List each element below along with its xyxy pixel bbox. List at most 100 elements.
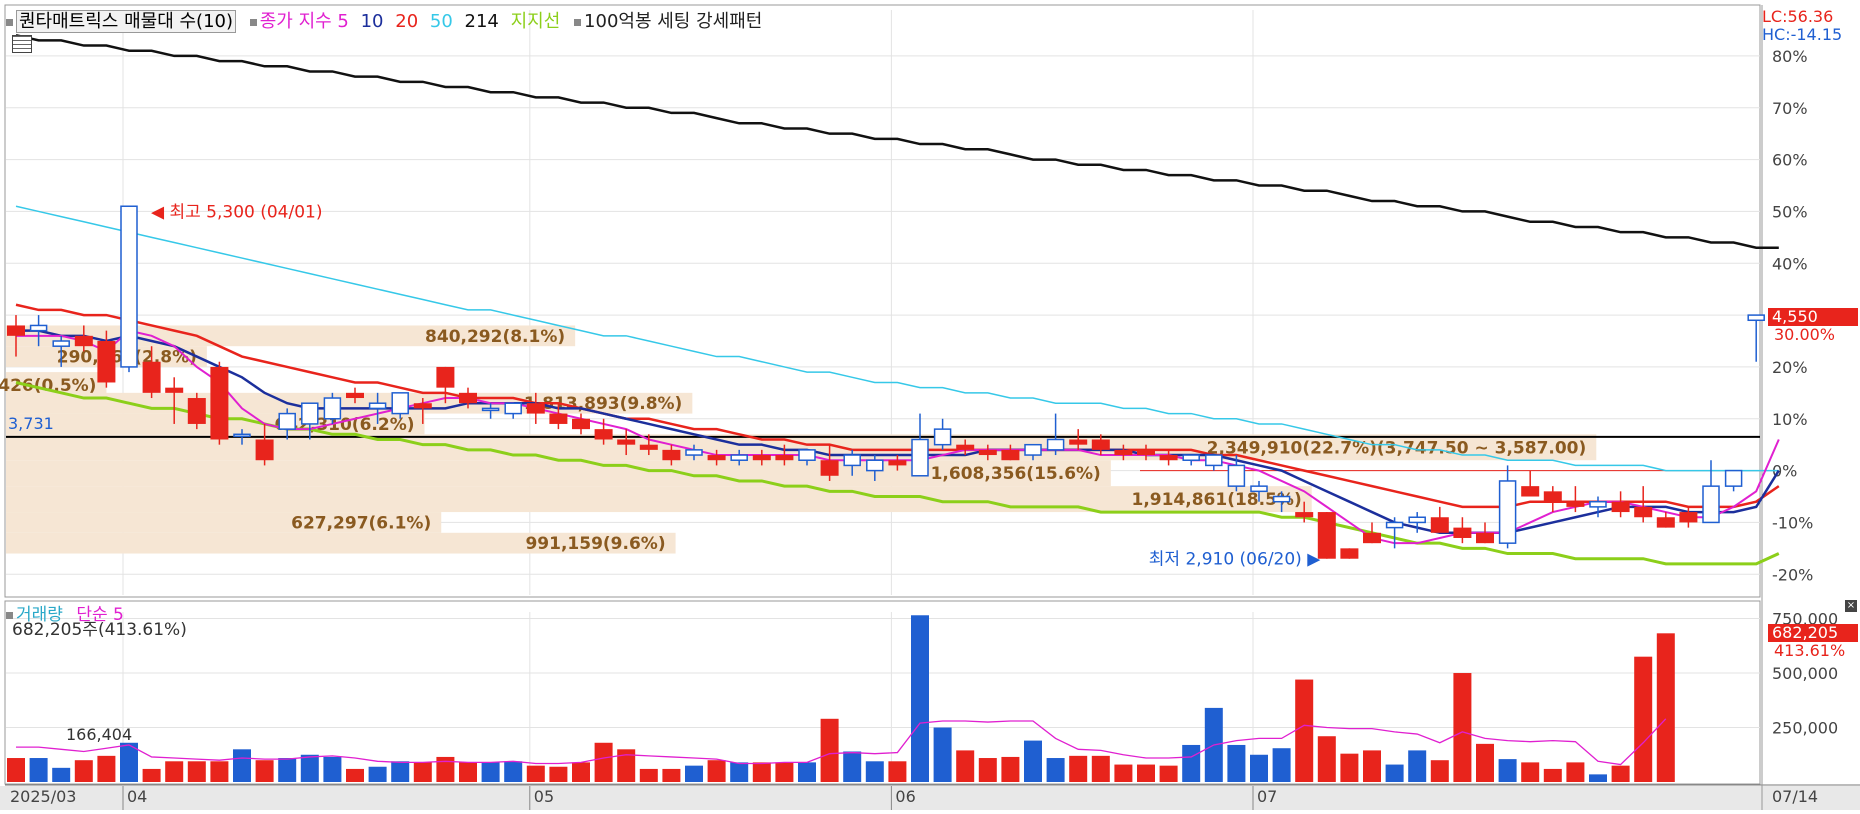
- candle-body: [1385, 521, 1404, 529]
- candle-body: [29, 324, 48, 332]
- ma-title[interactable]: 종가 지수 5: [260, 11, 349, 32]
- volume-profile-label: 840,292(8.1%): [425, 327, 565, 347]
- volume-bar: [1272, 748, 1291, 782]
- candle-body: [526, 403, 545, 414]
- candle-body: [752, 455, 771, 461]
- volume-bar: [1498, 759, 1517, 782]
- x-tick-label: 05: [534, 787, 554, 806]
- ma50-label[interactable]: 50: [430, 11, 453, 32]
- volume-bar: [820, 718, 839, 782]
- volume-current-value: 682,205주(413.61%): [12, 620, 187, 640]
- ma214-label[interactable]: 214: [465, 11, 499, 32]
- volume-bar: [29, 758, 48, 782]
- volume-bar: [1656, 633, 1675, 782]
- candle-body: [1453, 527, 1472, 538]
- candle-body: [97, 341, 116, 383]
- candle-body: [1476, 532, 1494, 544]
- candle-body: [888, 460, 907, 466]
- price-legend: 퀀타매트릭스 매물대 수(10) 종가 지수 5 10 20 50 214 지지…: [6, 7, 762, 33]
- indicator-toggle[interactable]: 퀀타매트릭스 매물대 수(10): [16, 10, 236, 33]
- candle-body: [933, 428, 952, 446]
- volume-bar: [504, 761, 523, 782]
- volume-bar: [187, 761, 206, 782]
- volume-bar: [323, 756, 342, 782]
- candle-body: [775, 455, 794, 461]
- volume-bar: [481, 762, 500, 782]
- candle-body: [391, 392, 409, 415]
- volume-bar: [1227, 744, 1246, 782]
- grid-table-icon[interactable]: [12, 35, 32, 53]
- candle-body: [1634, 506, 1653, 518]
- volume-bar: [685, 765, 703, 782]
- candle-body: [165, 387, 184, 393]
- pattern-label[interactable]: 100억봉 세팅 강세패턴: [584, 11, 762, 32]
- candle-body: [549, 413, 568, 424]
- x-end-label: 07/14: [1772, 787, 1818, 806]
- volume-bar: [210, 761, 229, 782]
- candle-body: [639, 444, 658, 450]
- volume-bar: [1250, 754, 1268, 782]
- candle-body: [1091, 439, 1110, 450]
- candle-body: [1747, 314, 1765, 322]
- volume-bar: [1069, 755, 1088, 782]
- support-label[interactable]: 지지선: [511, 11, 561, 32]
- volume-bar: [752, 762, 771, 782]
- volume-panel-border: [4, 600, 1761, 785]
- y-tick-label: 60%: [1772, 151, 1808, 170]
- panel-close-icon[interactable]: ×: [1845, 600, 1857, 612]
- volume-profile-label: 991,159(9.6%): [525, 534, 665, 554]
- volume-change-tag: 413.61%: [1774, 641, 1846, 660]
- candle-body: [572, 418, 590, 430]
- volume-profile-label: 2,349,910(22.7%)(3,747.50 ~ 3,587.00): [1207, 438, 1587, 458]
- candle-body: [1295, 512, 1314, 518]
- y-tick-label: 50%: [1772, 202, 1808, 221]
- volume-bar: [1611, 765, 1630, 782]
- candle-body: [368, 402, 387, 410]
- volume-bar: [526, 765, 545, 782]
- ma20-label[interactable]: 20: [395, 11, 418, 32]
- volume-bar: [1521, 762, 1540, 782]
- candle-body: [707, 455, 726, 461]
- candle-body: [142, 361, 161, 393]
- candle-body: [323, 397, 342, 420]
- candle-body: [255, 439, 274, 461]
- volume-bar: [1046, 758, 1065, 782]
- candle-body: [730, 454, 748, 461]
- volume-bar: [255, 760, 274, 782]
- candle-body: [74, 335, 93, 347]
- volume-bar: [707, 760, 726, 782]
- volume-tick-label: 250,000: [1772, 719, 1838, 738]
- candle-body: [1114, 449, 1133, 456]
- candle-body: [1702, 485, 1720, 524]
- volume-value-tag: 682,205: [1768, 624, 1858, 642]
- volume-bar: [74, 760, 93, 782]
- candle-body: [1724, 469, 1743, 487]
- candle-body: [1408, 516, 1426, 524]
- legend-square-icon: [249, 18, 257, 26]
- candle-body: [187, 398, 206, 424]
- candle-body: [233, 433, 251, 438]
- volume-bar: [1453, 673, 1472, 782]
- volume-bar: [1543, 768, 1562, 782]
- volume-bar: [1317, 736, 1336, 782]
- legend-square-icon: [574, 18, 582, 26]
- volume-bar: [911, 615, 929, 782]
- candle-body: [1046, 438, 1065, 451]
- candle-body: [1589, 500, 1607, 508]
- candle-body: [662, 449, 681, 461]
- x-axis-bar: [0, 786, 1860, 810]
- volume-bar: [1408, 750, 1427, 782]
- volume-bar: [775, 762, 794, 782]
- candle-body: [866, 459, 884, 472]
- volume-bar: [662, 768, 681, 782]
- candle-body: [1024, 443, 1042, 456]
- y-tick-label: 80%: [1772, 47, 1808, 66]
- ma10-label[interactable]: 10: [361, 11, 384, 32]
- candle-body: [1566, 501, 1585, 507]
- volume-bar: [639, 768, 658, 782]
- candle-body: [594, 429, 613, 440]
- volume-profile-label: 627,297(6.1%): [291, 513, 431, 533]
- candle-body: [278, 412, 296, 430]
- candle-body: [1543, 491, 1562, 502]
- volume-bar: [730, 762, 749, 782]
